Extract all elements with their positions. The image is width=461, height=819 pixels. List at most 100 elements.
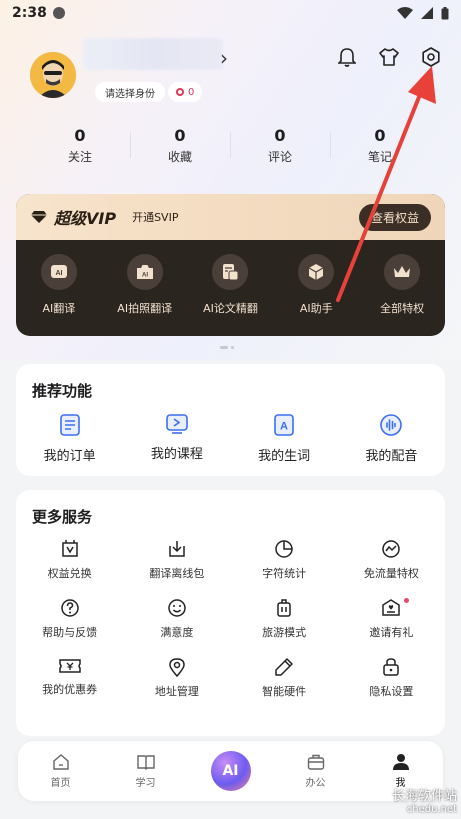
vip-item-label: AI拍照翻译 [117,302,173,315]
avatar[interactable] [30,52,76,98]
vip-item-label: 全部特权 [380,302,425,315]
watermark-url: chedu.net [406,804,457,815]
service-free-data[interactable]: 免流量特权 [338,539,445,581]
recommended-item-dubbing[interactable]: 我的配音 [338,413,445,464]
service-offline-pack[interactable]: 翻译离线包 [123,539,230,581]
ai-translate-icon: AI [40,254,77,290]
lock-icon [383,658,400,676]
coin-badge[interactable]: 0 [168,82,203,102]
stat-following[interactable]: 0 关注 [30,126,130,165]
stat-favorites[interactable]: 0 收藏 [130,126,230,165]
service-coupons[interactable]: 我的优惠券 [16,657,123,699]
svg-text:A: A [280,421,288,433]
watermark-text: 长海软件站 [391,789,457,804]
vip-title: 超级VIP [54,209,117,228]
vip-item-label: AI论文精翻 [203,302,258,315]
service-label: 字符统计 [262,567,307,580]
service-privacy[interactable]: 隐私设置 [338,657,445,699]
vip-item-all-privileges[interactable]: 全部特权 [359,254,445,316]
coin-count: 0 [188,86,195,98]
service-label: 帮助与反馈 [42,626,98,639]
nav-office[interactable]: 办公 [273,753,358,789]
status-bar: 2:38 [0,0,461,26]
nav-me[interactable]: 我 [358,753,443,789]
briefcase-icon [307,754,324,770]
service-address[interactable]: 地址管理 [123,657,230,699]
vip-item-photo-translate[interactable]: AI AI拍照翻译 [102,254,188,316]
service-label: 旅游模式 [262,626,307,639]
carousel-dot [231,346,234,349]
stat-favorites-count: 0 [174,126,186,145]
stat-comments[interactable]: 0 评论 [230,126,330,165]
service-char-stats[interactable]: 字符统计 [231,539,338,581]
new-dot-indicator [404,598,410,603]
identity-select-chip[interactable]: 请选择身份 [95,82,165,102]
recommended-item-vocab[interactable]: A 我的生词 [231,413,338,464]
invite-icon [382,599,401,616]
order-icon [59,414,80,436]
avatar-illustration [30,52,76,98]
profile-chevron-icon[interactable]: › [220,46,228,70]
pie-icon [275,540,293,558]
bell-icon[interactable] [335,45,359,69]
battery-icon [441,6,449,19]
service-invite[interactable]: 邀请有礼 [338,598,445,640]
service-redeem[interactable]: 权益兑换 [16,539,123,581]
vip-item-ai-assistant[interactable]: AI助手 [273,254,359,316]
recommended-title: 推荐功能 [32,382,93,400]
stat-favorites-label: 收藏 [167,150,192,164]
download-icon [169,541,185,557]
vip-item-paper-translate[interactable]: AI论文精翻 [188,254,274,316]
vip-item-ai-translate[interactable]: AI AI翻译 [16,254,102,316]
tshirt-icon[interactable] [377,45,401,69]
service-label: 满意度 [160,626,194,639]
recommended-item-orders[interactable]: 我的订单 [16,413,123,464]
vip-subtitle: 开通SVIP [132,211,179,224]
ai-icon[interactable]: AI [210,751,251,791]
audio-icon [380,414,403,436]
recommended-item-label: 我的配音 [365,449,418,464]
status-icons [397,6,449,20]
status-time: 2:38 [12,5,47,21]
service-satisfaction[interactable]: 满意度 [123,598,230,640]
settings-gear-icon[interactable] [419,45,443,69]
recommended-item-label: 我的课程 [150,447,203,462]
nav-home[interactable]: 首页 [18,753,103,789]
more-services-title: 更多服务 [32,508,93,526]
pen-icon [275,658,293,676]
service-label: 权益兑换 [47,567,92,580]
person-icon [392,754,409,770]
carousel-dot-active [220,346,228,349]
svg-text:AI: AI [55,270,62,277]
recommended-item-courses[interactable]: 我的课程 [123,413,230,464]
stat-notes[interactable]: 0 笔记 [330,126,430,165]
view-benefits-button[interactable]: 查看权益 [358,203,431,231]
nav-label: 学习 [135,778,156,789]
recommended-item-label: 我的生词 [258,449,311,464]
service-smart-hardware[interactable]: 智能硬件 [231,657,338,699]
camera-icon: AI [126,254,163,290]
paper-icon [212,254,249,290]
diamond-icon [31,211,47,223]
coupon-icon [58,659,81,673]
vip-card[interactable]: 超级VIP 开通SVIP 查看权益 AI AI翻译 AI AI拍照翻译 AI论文… [16,194,445,336]
service-label: 邀请有礼 [369,626,414,639]
service-label: 地址管理 [154,685,199,698]
home-icon [52,754,69,770]
more-services-grid: 权益兑换 翻译离线包 字符统计 免流量特权 帮助与反馈 满意度 旅游模式 邀请有… [16,539,445,699]
service-travel-mode[interactable]: 旅游模式 [231,598,338,640]
cube-icon [298,254,335,290]
vip-item-label: AI助手 [299,302,333,315]
username-redacted[interactable] [83,38,223,70]
nav-ai[interactable]: AI [188,751,273,791]
profile-avatar-wrapper[interactable] [30,52,76,98]
recommended-card: 推荐功能 我的订单 我的课程 A 我的生词 我的配音 [16,364,445,476]
stat-notes-count: 0 [374,126,386,145]
recommended-list: 我的订单 我的课程 A 我的生词 我的配音 [16,413,445,464]
stat-following-label: 关注 [67,150,92,164]
service-label: 我的优惠券 [42,683,98,696]
service-help[interactable]: 帮助与反馈 [16,598,123,640]
nav-study[interactable]: 学习 [103,753,188,789]
stat-comments-count: 0 [274,126,286,145]
nav-label: 首页 [50,778,71,789]
